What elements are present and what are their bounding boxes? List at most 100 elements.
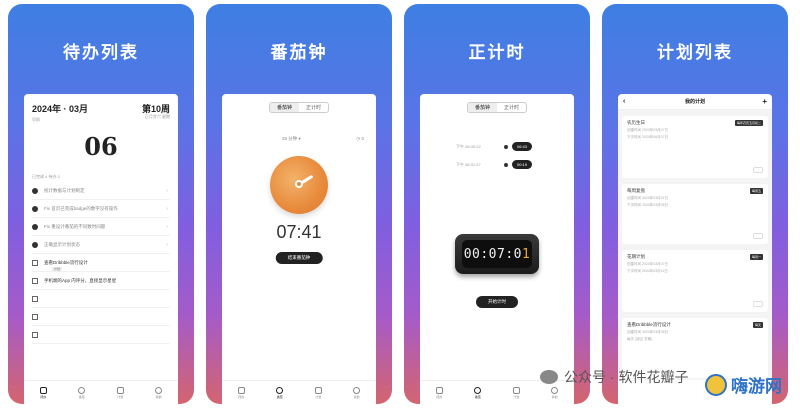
todo-item[interactable] [32,290,170,308]
lap-label: 下午 06:40:22 [456,144,481,149]
chevron-right-icon: › [166,223,168,230]
done-check-icon[interactable] [32,223,38,230]
wechat-icon [540,370,558,384]
clock-icon [78,386,86,394]
nav-title: 我的计划 [684,99,705,105]
calendar-icon [39,386,47,394]
seg-tomato[interactable]: 番茄钟 [467,103,497,112]
tab-bar: 待办 番茄 计划 我的 [222,380,376,404]
plan-list: 农历生日 每年农历五月初二 创建时间 2024年03月07日 下次时间 2024… [618,110,772,380]
more-button[interactable]: ··· [753,167,763,173]
lunar-date: 正月廿六 星期 [144,114,170,119]
tab-profile[interactable]: 我的 [155,386,163,399]
site-name: 嗨游网 [731,377,782,396]
done-check-icon[interactable] [32,241,38,248]
tab-tomato[interactable]: 番茄 [78,386,86,399]
clock-digits: 00:07:0 [463,246,522,262]
list-icon [314,386,322,394]
tab-tomato[interactable]: 番茄 [474,386,482,399]
todo-text: Fix 重设计番茄的不同数时间题 [44,223,106,229]
checkbox[interactable] [32,259,38,266]
plan-created: 创建时间 2024年03月06日 [627,330,669,334]
date-header: 2024年 · 03月 第10周 早前 正月廿六 星期 [32,102,170,123]
checkbox[interactable] [32,277,38,284]
wechat-watermark: 公众号 · 软件花瓣子 [540,367,688,387]
lap-dot [504,145,508,149]
done-check-icon[interactable] [32,187,38,194]
mode-switch[interactable]: 番茄钟 正计时 [466,102,528,113]
plan-tag: 每年农历五月初二 [734,120,763,126]
chevron-right-icon: › [166,241,168,248]
user-icon [353,386,361,394]
todo-text: 查看Dribbble流行设计 [44,259,88,265]
card-title: 计划列表 [657,43,733,62]
card-title: 番茄钟 [270,43,328,62]
lap-value: 06:43 [512,142,533,151]
clock-icon [276,386,284,394]
todo-item[interactable]: 正确显示计划状态 › [32,236,170,254]
todo-item[interactable]: 查看Dribbble流行设计 计划 [32,254,170,272]
todo-item[interactable]: 手机端的App 内评分，直接显示星星 [32,272,170,290]
plan-name: 查看Dribbble流行设计 [627,322,671,327]
add-icon[interactable]: + [762,97,767,106]
calendar-icon [237,386,245,394]
phone-screen: 2024年 · 03月 第10周 早前 正月廿六 星期 06 已完成 4 待办 … [24,94,178,404]
tab-plan[interactable]: 计划 [116,386,124,399]
chevron-right-icon: › [166,205,168,212]
list-icon [116,386,124,394]
end-tomato-button[interactable]: 结束番茄钟 [275,252,323,264]
lap-dot [504,163,508,167]
tab-plan[interactable]: 计划 [512,386,520,399]
calendar-icon [435,386,443,394]
todo-tag: 计划 [52,267,63,271]
seg-stopwatch[interactable]: 正计时 [299,103,328,112]
more-button[interactable]: ··· [753,301,763,307]
todo-item[interactable]: 统计数据与计划制定 › [32,182,170,200]
checkbox[interactable] [32,295,38,302]
back-icon[interactable]: ‹ [623,98,625,105]
mode-switch[interactable]: 番茄钟 正计时 [268,102,330,113]
tab-tomato[interactable]: 番茄 [276,386,284,399]
chevron-right-icon: › [166,187,168,194]
tab-todo[interactable]: 待办 [435,386,443,399]
todo-text: Fix 首页已完成badge的数字没有操作 [44,205,118,211]
plan-item[interactable]: 农历生日 每年农历五月初二 创建时间 2024年03月07日 下次时间 2024… [622,116,768,178]
plan-tag: 每周五 [749,188,763,194]
tab-profile[interactable]: 我的 [551,386,559,399]
seg-tomato[interactable]: 番茄钟 [269,103,299,112]
lap-value: 00:19 [512,160,533,169]
card-title: 正计时 [468,43,526,62]
tomato-count: ◷ 0 [356,136,364,141]
tab-bar: 待办 番茄 计划 我的 [24,380,178,404]
tab-todo[interactable]: 待办 [39,386,47,399]
tomato-dial[interactable] [270,156,328,214]
plan-name: 花期计划 [627,254,645,259]
plan-next: 下次时间 2024年03月08日 [627,203,669,207]
plan-card: 计划列表 ‹ 我的计划 + 农历生日 每年农历五月初二 创建时间 2024年03… [602,4,788,404]
checkbox[interactable] [32,313,38,320]
phone-screen: 番茄钟 正计时 25 分钟 ▾ ◷ 0 07:41 结束番茄钟 待办 番茄 计划… [222,94,376,404]
phone-screen: 番茄钟 正计时 下午 06:40:22 06:43 下午 06:31:27 00… [420,94,574,404]
day-number: 06 [84,132,118,161]
duration-select[interactable]: 25 分钟 ▾ [282,136,301,142]
todo-item[interactable]: Fix 首页已完成badge的数字没有操作 › [32,200,170,218]
checkbox[interactable] [32,331,38,338]
done-check-icon[interactable] [32,205,38,212]
more-button[interactable]: ··· [753,233,763,239]
tab-profile[interactable]: 我的 [353,386,361,399]
seg-stopwatch[interactable]: 正计时 [497,103,526,112]
tab-plan[interactable]: 计划 [314,386,322,399]
plan-tag: 每天 [752,322,763,328]
todo-item[interactable] [32,308,170,326]
user-icon [551,386,559,394]
plan-item[interactable]: 每周复盘 每周五 创建时间 2024年03月01日 下次时间 2024年03月0… [622,184,768,244]
clock-icon [474,386,482,394]
tab-todo[interactable]: 待办 [237,386,245,399]
site-watermark: 嗨游网 [705,372,782,397]
todo-item[interactable] [32,326,170,344]
plan-next: 每天 (阅过 学期) [627,337,653,341]
plan-item[interactable]: 花期计划 每周一 创建时间 2024年03月07日 下次时间 2024年03月1… [622,250,768,312]
start-timer-button[interactable]: 开始计时 [476,296,518,308]
todo-item[interactable]: Fix 重设计番茄的不同数时间题 › [32,218,170,236]
lap-label: 下午 06:31:27 [456,162,481,167]
